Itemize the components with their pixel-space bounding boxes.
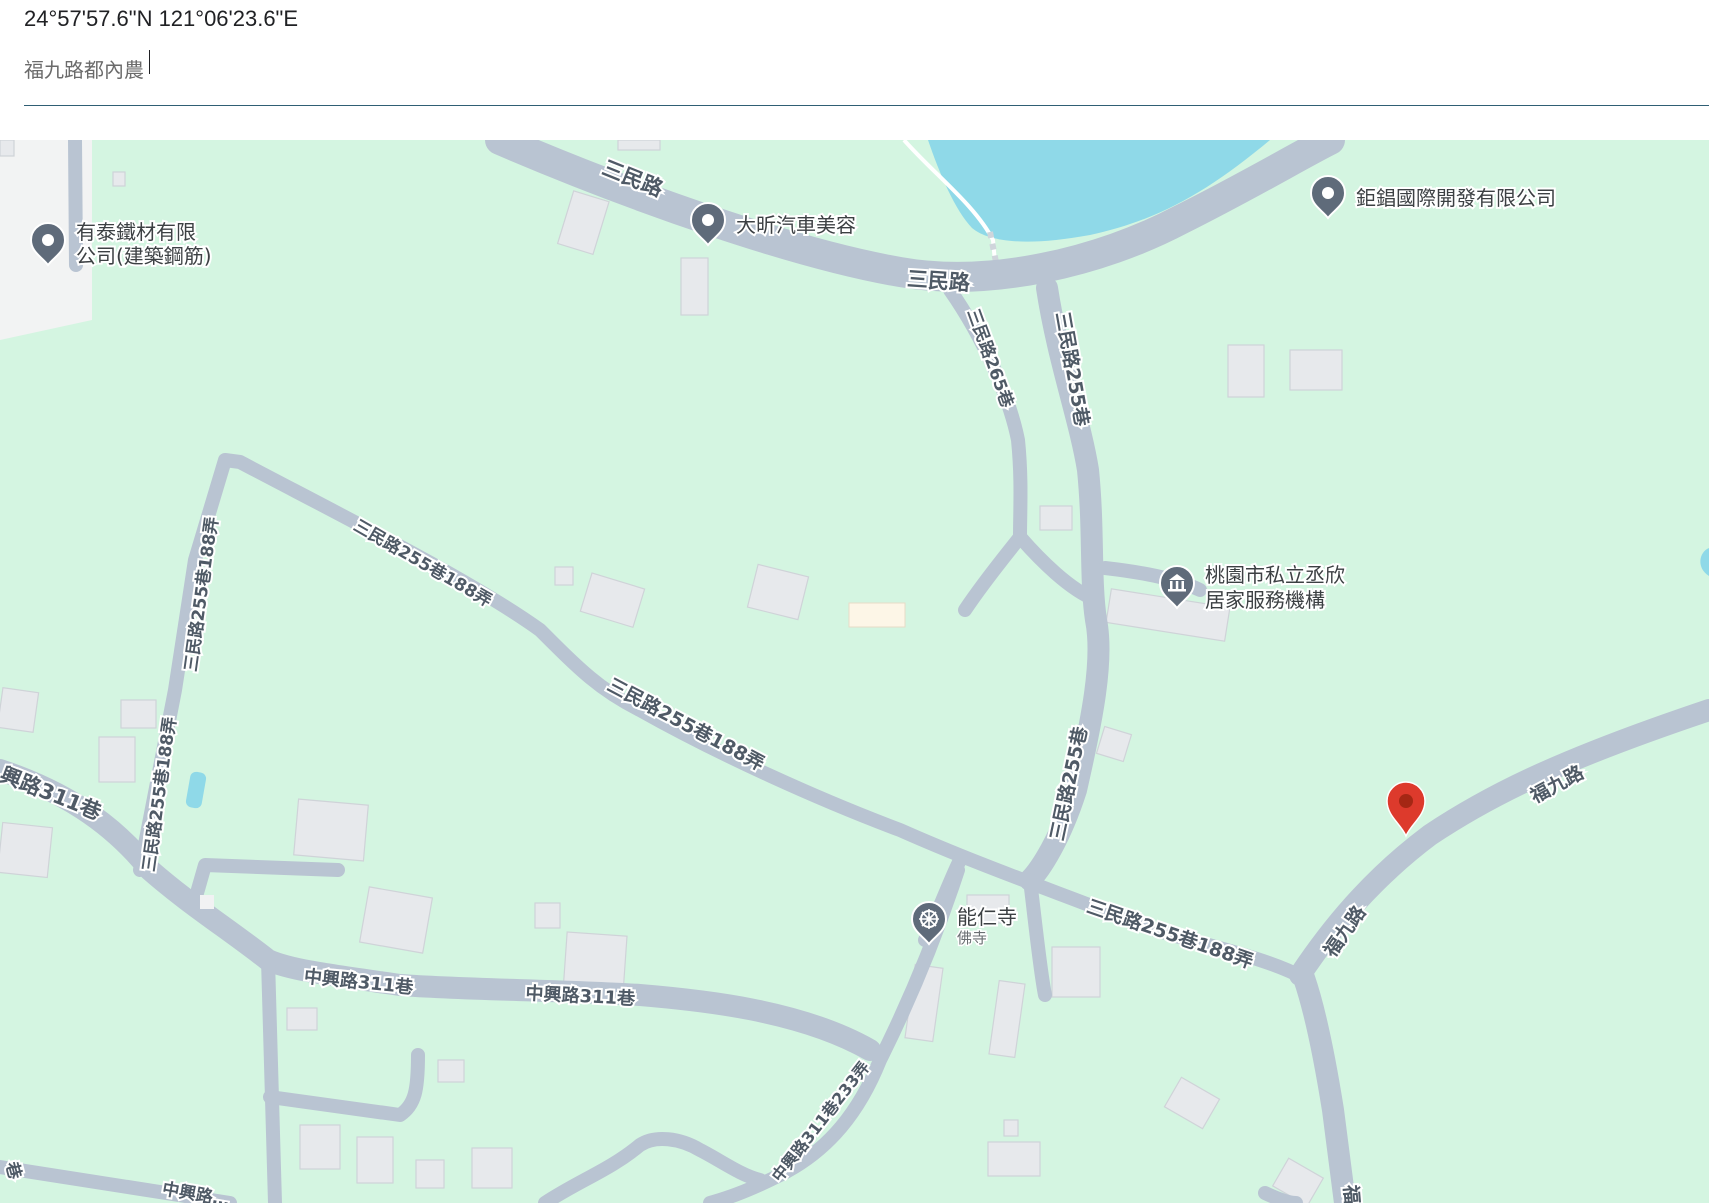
poi-label: 有泰鐵材有限 — [76, 220, 196, 244]
building — [1039, 505, 1073, 531]
map-svg: 三民路 三民路 三民路265巷 三民路255巷 三民路255巷 三民路255巷1… — [0, 140, 1709, 1203]
building — [293, 798, 369, 862]
building — [471, 1147, 513, 1189]
poi-label: 公司(建築鋼筋) — [76, 244, 212, 268]
building — [0, 821, 54, 879]
map-canvas[interactable]: 三民路 三民路 三民路265巷 三民路255巷 三民路255巷 三民路255巷1… — [0, 140, 1709, 1203]
poi-label: 居家服務機構 — [1205, 588, 1325, 612]
building — [200, 895, 214, 909]
building — [286, 1007, 318, 1031]
building — [680, 257, 709, 316]
poi-label: 能仁寺 — [957, 905, 1017, 929]
header: 24°57'57.6"N 121°06'23.6"E — [0, 0, 1709, 140]
building — [1003, 1119, 1019, 1137]
building — [120, 699, 157, 729]
poi-label: 桃園市私立丞欣 — [1205, 563, 1345, 587]
building — [1051, 946, 1101, 998]
building — [0, 140, 15, 157]
building — [299, 1124, 341, 1170]
poi-label: 大昕汽車美容 — [736, 213, 856, 237]
poi-label: 鉅錩國際開發有限公司 — [1356, 186, 1556, 210]
building — [554, 566, 574, 586]
building — [617, 140, 661, 151]
vertical-lane — [261, 953, 282, 1203]
building — [0, 687, 40, 733]
text-caret — [149, 50, 150, 74]
building — [437, 1059, 465, 1083]
building — [112, 171, 126, 187]
road-label: 三民路 — [906, 267, 972, 295]
coordinates-readout: 24°57'57.6"N 121°06'23.6"E — [24, 6, 299, 31]
building — [98, 736, 136, 783]
building — [1227, 344, 1265, 398]
road-label: 福 — [1339, 1183, 1364, 1203]
building — [358, 886, 434, 954]
building — [987, 1141, 1041, 1177]
building — [1289, 349, 1343, 391]
building — [356, 1136, 394, 1184]
building — [415, 1159, 445, 1189]
building — [534, 902, 561, 929]
building — [848, 602, 906, 628]
search-input[interactable] — [24, 46, 1709, 106]
poi-category: 佛寺 — [957, 929, 987, 947]
